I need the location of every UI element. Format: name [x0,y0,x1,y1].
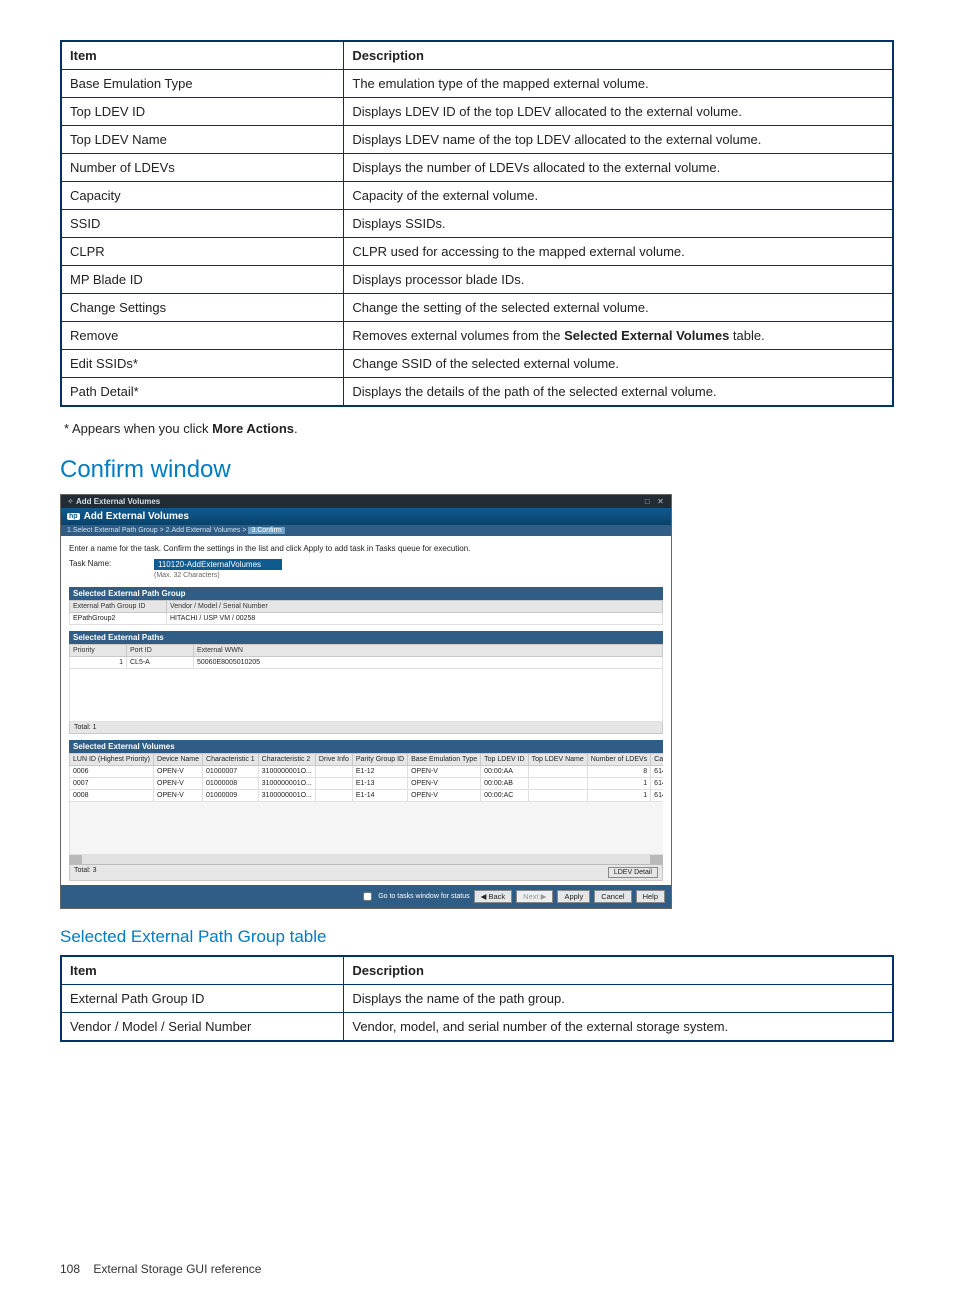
table-row: Change SettingsChange the setting of the… [61,294,893,322]
paths-grid: Priority Port ID External WWN 1 CL5-A 50… [69,644,663,722]
hp-logo-icon: hp [67,513,80,520]
table-row: Edit SSIDs*Change SSID of the selected e… [61,350,893,378]
table-row: SSIDDisplays SSIDs. [61,210,893,238]
confirm-window-screenshot: ✧ Add External Volumes □ ✕ hp Add Extern… [60,494,672,909]
table-row: MP Blade IDDisplays processor blade IDs. [61,266,893,294]
window-close-icon[interactable]: ✕ [656,497,665,506]
next-button: Next ▶ [516,890,553,903]
window-title: Add External Volumes [76,497,160,506]
table-row: 0006 OPEN-V 01000007 3100000001O... E1-1… [70,766,664,778]
table-row: Vendor / Model / Serial NumberVendor, mo… [61,1013,893,1042]
crumb-step3: 3.Confirm [248,527,284,534]
window-maximize-icon[interactable]: □ [643,497,652,506]
horizontal-scrollbar[interactable] [69,855,663,865]
panel-header-paths: Selected External Paths [69,631,663,644]
taskname-label: Task Name: [69,559,144,568]
table-row: Top LDEV NameDisplays LDEV name of the t… [61,126,893,154]
panel-header-volumes: Selected External Volumes [69,740,663,753]
taskname-input[interactable]: 110120-AddExternalVolumes [154,559,282,570]
table-row: Path Detail*Displays the details of the … [61,378,893,407]
path-group-grid: External Path Group ID Vendor / Model / … [69,600,663,625]
table-row: CLPRCLPR used for accessing to the mappe… [61,238,893,266]
confirm-window-heading: Confirm window [60,456,894,484]
table-row: 1 CL5-A 50060E8005010205 [70,657,663,669]
panel-header-pathgroup: Selected External Path Group [69,587,663,600]
breadcrumb: 1.Select External Path Group > 2.Add Ext… [61,525,671,536]
th-item: Item [61,41,344,70]
instruction-text: Enter a name for the task. Confirm the s… [69,544,663,553]
table-row: Remove Removes external volumes from the… [61,322,893,350]
crumb-step2[interactable]: 2.Add External Volumes [166,527,241,534]
volumes-grid: LUN ID (Highest Priority) Device Name Ch… [69,753,663,855]
page-footer: 108 External Storage GUI reference [60,1262,894,1276]
table-row: CapacityCapacity of the external volume. [61,182,893,210]
item-description-table-1: Item Description Base Emulation TypeThe … [60,40,894,407]
table-row: Top LDEV IDDisplays LDEV ID of the top L… [61,98,893,126]
th-item: Item [61,956,344,985]
paths-total: Total: 1 [69,722,663,734]
th-desc: Description [344,41,893,70]
table-row: External Path Group IDDisplays the name … [61,985,893,1013]
table-row: Number of LDEVsDisplays the number of LD… [61,154,893,182]
more-actions-note: * Appears when you click More Actions. [64,421,894,436]
help-button[interactable]: Help [636,890,665,903]
page-number: 108 [60,1262,80,1276]
wizard-title: Add External Volumes [84,511,189,522]
back-button[interactable]: ◀ Back [474,890,513,903]
table-row: 0008 OPEN-V 01000009 3100000001O... E1-1… [70,790,664,802]
volumes-total: Total: 3 [74,867,97,878]
ldev-detail-button[interactable]: LDEV Detail [608,867,658,878]
th-desc: Description [344,956,893,985]
table-row: Base Emulation TypeThe emulation type of… [61,70,893,98]
cancel-button[interactable]: Cancel [594,890,631,903]
crumb-step1[interactable]: 1.Select External Path Group [67,527,158,534]
taskname-hint: (Max. 32 Characters) [154,572,282,579]
table-row: 0007 OPEN-V 01000008 3100000001O... E1-1… [70,778,664,790]
go-to-tasks-checkbox[interactable]: Go to tasks window for status [359,889,469,904]
selected-pathgroup-heading: Selected External Path Group table [60,927,894,947]
footer-text: External Storage GUI reference [93,1262,261,1276]
expand-icon[interactable]: ✧ [67,497,74,506]
item-description-table-2: Item Description External Path Group IDD… [60,955,894,1042]
apply-button[interactable]: Apply [557,890,590,903]
